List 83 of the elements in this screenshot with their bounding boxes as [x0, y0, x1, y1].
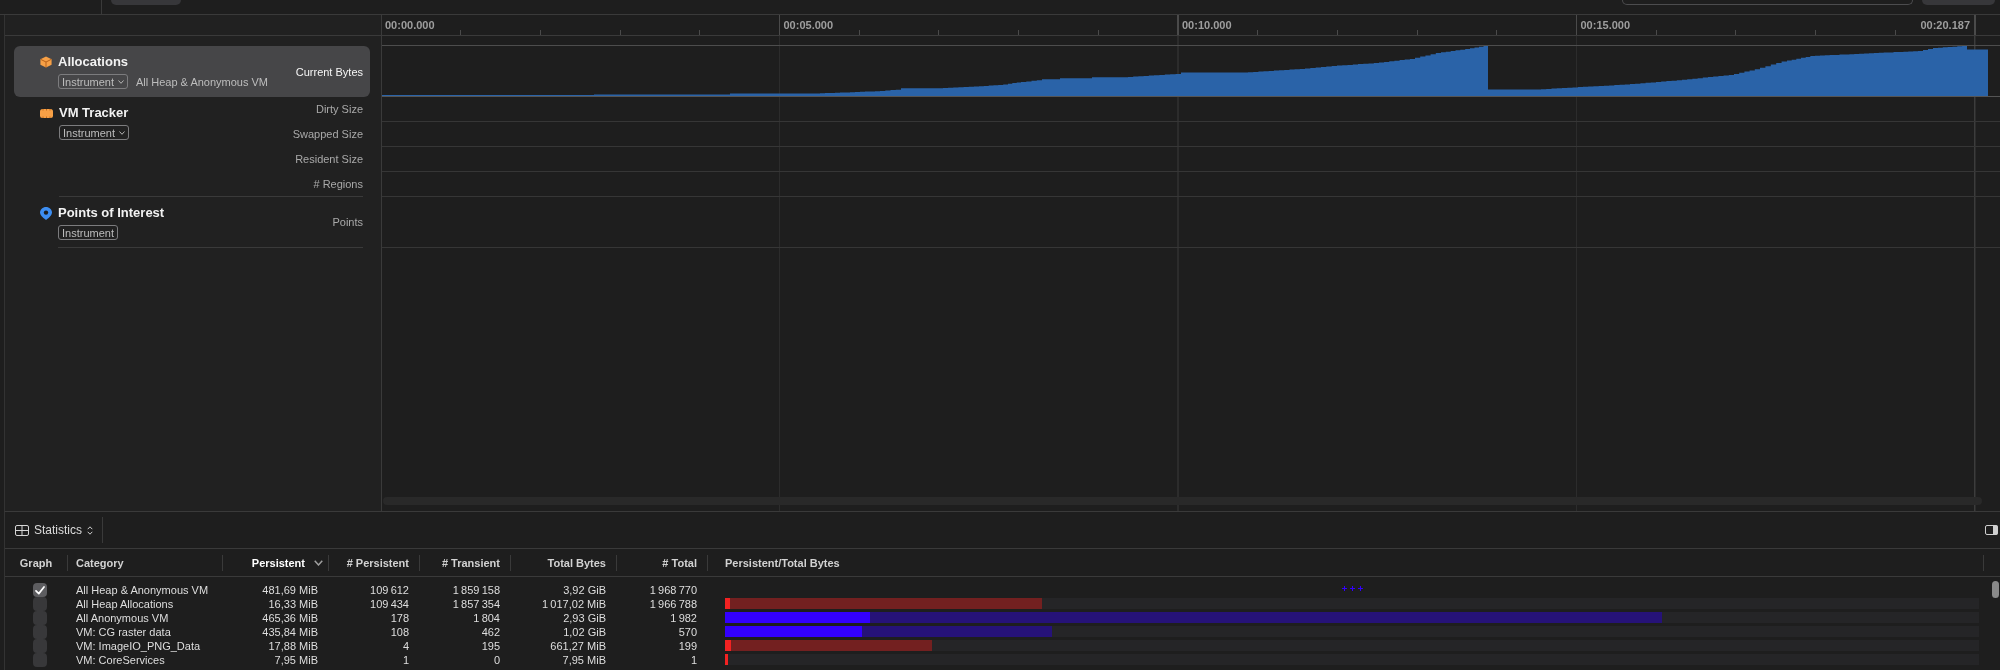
cube-icon — [40, 56, 52, 68]
table-cell-text: 7,95 MiB — [561, 653, 607, 667]
table-cell-text: 465,36 MiB — [261, 611, 319, 625]
lane-label: Current Bytes — [295, 65, 363, 78]
table-cell-text: 16,33 MiB — [267, 597, 319, 611]
time-label: 00:20.187 — [1920, 19, 1970, 32]
toolbar-button[interactable] — [1922, 0, 1995, 5]
time-label: 00:15.000 — [1580, 19, 1631, 32]
chevron-down-icon — [314, 559, 323, 566]
table-cell-text: 1 017,02 MiB — [541, 597, 607, 611]
column-header[interactable]: Persistent/Total Bytes — [708, 554, 1984, 571]
table-cell-text: 2,93 GiB — [562, 611, 607, 625]
lane-label: # Regions — [313, 177, 363, 190]
table-cell-text: All Anonymous VM — [75, 611, 170, 625]
table-cell-text: 0 — [492, 653, 501, 667]
table-cell-text: 570 — [677, 625, 698, 639]
view-popup-button[interactable]: Statistics — [10, 519, 98, 541]
instrument-popup-button[interactable]: Instrument — [58, 74, 128, 89]
table-cell-text: 1 966 788 — [648, 597, 698, 611]
table-cell-text: 1 859 158 — [451, 583, 501, 597]
pin-icon — [40, 207, 52, 220]
table-cell-text: 17,88 MiB — [267, 639, 319, 653]
table-cell-text: 481,69 MiB — [261, 583, 319, 597]
table-cell-text: VM: ImageIO_PNG_Data — [75, 639, 202, 653]
table-cell-text: VM: CG raster data — [75, 625, 172, 639]
instrument-popup-button[interactable]: Instrument — [59, 125, 129, 140]
column-header[interactable]: # Persistent — [329, 554, 420, 571]
column-header[interactable]: Graph — [5, 554, 68, 571]
up-down-chevron-icon — [87, 525, 93, 535]
table-cell-text: 1 — [401, 653, 410, 667]
table-icon — [15, 524, 29, 536]
graph-checkbox[interactable] — [32, 583, 47, 597]
table-cell-text: 1 — [689, 653, 698, 667]
time-label: 00:10.000 — [1182, 19, 1232, 32]
table-cell-text: 661,27 MiB — [549, 639, 607, 653]
track-subtitle: All Heap & Anonymous VM — [135, 75, 269, 88]
table-cell-text: 195 — [480, 639, 501, 653]
lane-label: Dirty Size — [315, 103, 363, 116]
column-header[interactable]: # Transient — [420, 554, 511, 571]
track-title: VM Tracker — [59, 105, 129, 121]
chevron-down-icon — [117, 79, 124, 84]
table-cell-text: All Heap Allocations — [75, 597, 175, 611]
track-header[interactable]: Points of Interest Instrument Points — [14, 197, 370, 248]
table-cell-text: 1 982 — [669, 611, 698, 625]
table-cell-text: VM: CoreServices — [75, 653, 166, 667]
graph-checkbox[interactable] — [32, 653, 47, 667]
instrument-tag: Instrument — [58, 225, 118, 240]
sidebar-icon[interactable] — [1985, 525, 1998, 535]
table-cell-text: All Heap & Anonymous VM — [75, 583, 210, 597]
checkmark-icon — [34, 585, 45, 595]
toolbar-button[interactable] — [111, 0, 181, 5]
table-cell-text: 435,84 MiB — [261, 625, 319, 639]
table-cell-text: 199 — [677, 639, 698, 653]
track-title: Points of Interest — [58, 205, 165, 221]
track-header[interactable]: VM Tracker Instrument Dirty Size Swapped Size Resident Size # Regions — [14, 97, 370, 197]
time-label: 00:05.000 — [783, 19, 834, 32]
table-cell-text: 3,92 GiB — [562, 583, 607, 597]
table-cell-text: 1 968 770 — [648, 583, 698, 597]
column-header[interactable]: # Total — [617, 554, 708, 571]
column-header[interactable]: Persistent — [223, 554, 329, 571]
lane-label: Resident Size — [295, 152, 363, 165]
table-cell-text: 4 — [401, 639, 410, 653]
chevron-down-icon — [118, 130, 125, 135]
track-title: Allocations — [58, 54, 129, 70]
table-cell-text: 1 857 354 — [451, 597, 501, 611]
scrollbar-thumb[interactable] — [1992, 581, 1999, 598]
chip-icon — [40, 109, 53, 118]
track-header[interactable]: Allocations Instrument All Heap & Anonymous VM Current Bytes — [14, 46, 370, 97]
time-label: 00:00.000 — [385, 19, 435, 32]
table-cell-text: 109 612 — [369, 583, 410, 597]
table-cell-text: 109 434 — [369, 597, 410, 611]
table-cell-text: 1 804 — [472, 611, 501, 625]
table-cell-text: 462 — [480, 625, 501, 639]
lane-label: Points — [332, 216, 363, 228]
column-header[interactable]: Category — [68, 554, 223, 571]
horizontal-scrollbar[interactable] — [383, 497, 1982, 505]
column-header[interactable]: Total Bytes — [511, 554, 617, 571]
table-cell-text: 7,95 MiB — [273, 653, 319, 667]
table-cell-text: 108 — [389, 625, 410, 639]
table-cell-text: 178 — [389, 611, 410, 625]
lane-label: Swapped Size — [292, 128, 363, 141]
graph-checkbox[interactable] — [32, 597, 47, 611]
table-cell-text: 1,02 GiB — [562, 625, 607, 639]
